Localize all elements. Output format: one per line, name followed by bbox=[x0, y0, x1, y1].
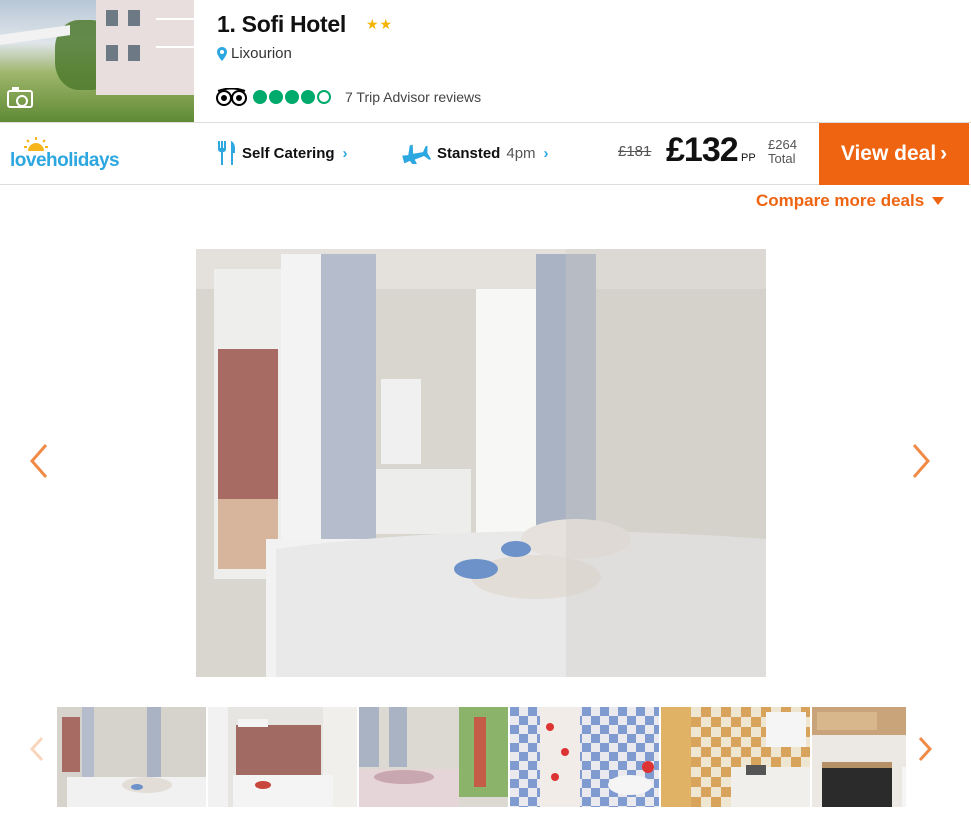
compare-more-deals-button[interactable]: Compare more deals bbox=[756, 191, 945, 211]
thumbnail-strip bbox=[57, 707, 906, 807]
deal-bar: loveholidays Self Catering › Stansted 4p… bbox=[0, 122, 971, 185]
camera-icon[interactable] bbox=[7, 87, 33, 108]
rating-bubble bbox=[285, 90, 299, 104]
old-price: £181 bbox=[618, 143, 652, 160]
hotel-location: Lixourion bbox=[217, 45, 292, 62]
bedroom-photo bbox=[196, 249, 766, 677]
price-suffix: PP bbox=[741, 152, 756, 164]
thumbnails-prev-button[interactable] bbox=[29, 736, 45, 762]
cutlery-icon bbox=[218, 141, 235, 165]
price-per-person: £132 bbox=[666, 131, 739, 169]
thumbnail-building bbox=[96, 0, 194, 95]
rating-bubble bbox=[301, 90, 315, 104]
chevron-right-icon: › bbox=[940, 142, 948, 165]
chevron-right-icon: › bbox=[543, 144, 549, 162]
thumbnail-2[interactable] bbox=[208, 707, 357, 807]
board-type-text: Self Catering bbox=[242, 144, 335, 162]
rating-bubble bbox=[269, 90, 283, 104]
thumbnail-1[interactable] bbox=[57, 707, 206, 807]
view-deal-label: View deal bbox=[840, 142, 937, 165]
gallery-prev-button[interactable] bbox=[28, 443, 50, 479]
main-gallery-photo[interactable] bbox=[196, 249, 766, 677]
chevron-left-icon bbox=[30, 444, 48, 478]
thumbnail-5[interactable] bbox=[661, 707, 810, 807]
chevron-right-icon bbox=[912, 444, 930, 478]
total-price-label: Total bbox=[768, 151, 796, 166]
plane-icon bbox=[402, 144, 431, 164]
tripadvisor-rating[interactable]: 7 Trip Advisor reviews bbox=[216, 88, 481, 106]
board-type-link[interactable]: Self Catering › bbox=[216, 141, 348, 165]
hotel-title[interactable]: 1. Sofi Hotel bbox=[217, 11, 346, 38]
chevron-left-icon bbox=[29, 736, 44, 762]
thumbnail-4[interactable] bbox=[510, 707, 659, 807]
rating-bubble bbox=[317, 90, 331, 104]
caret-down-icon bbox=[932, 197, 945, 205]
thumbnails-next-button[interactable] bbox=[917, 736, 933, 762]
listing-header: 1. Sofi Hotel ★★ Lixourion 7 Trip Adviso… bbox=[0, 0, 971, 122]
thumbnail-3[interactable] bbox=[359, 707, 508, 807]
provider-logo[interactable]: loveholidays bbox=[10, 137, 140, 177]
rating-bubble bbox=[253, 90, 267, 104]
location-text: Lixourion bbox=[231, 45, 292, 62]
compare-label: Compare more deals bbox=[756, 191, 925, 210]
map-pin-icon bbox=[217, 46, 227, 61]
chevron-right-icon bbox=[918, 736, 933, 762]
provider-logo-text: loveholidays bbox=[10, 150, 120, 171]
tripadvisor-reviews-link[interactable]: 7 Trip Advisor reviews bbox=[345, 89, 481, 105]
view-deal-button[interactable]: View deal › bbox=[819, 123, 969, 185]
gallery-next-button[interactable] bbox=[910, 443, 932, 479]
departure-time: 4pm bbox=[506, 144, 536, 162]
sun-logo-icon bbox=[24, 137, 48, 151]
flight-link[interactable]: Stansted 4pm › bbox=[401, 142, 549, 164]
star-rating: ★★ bbox=[366, 16, 394, 32]
tripadvisor-owl-icon bbox=[216, 88, 247, 106]
departure-airport: Stansted bbox=[437, 144, 501, 162]
chevron-right-icon: › bbox=[342, 144, 348, 162]
total-price: £264 Total bbox=[768, 138, 797, 166]
total-price-value: £264 bbox=[768, 137, 797, 152]
rating-bubbles bbox=[253, 90, 331, 104]
thumbnail-6[interactable] bbox=[812, 707, 906, 807]
hotel-thumbnail[interactable] bbox=[0, 0, 194, 122]
